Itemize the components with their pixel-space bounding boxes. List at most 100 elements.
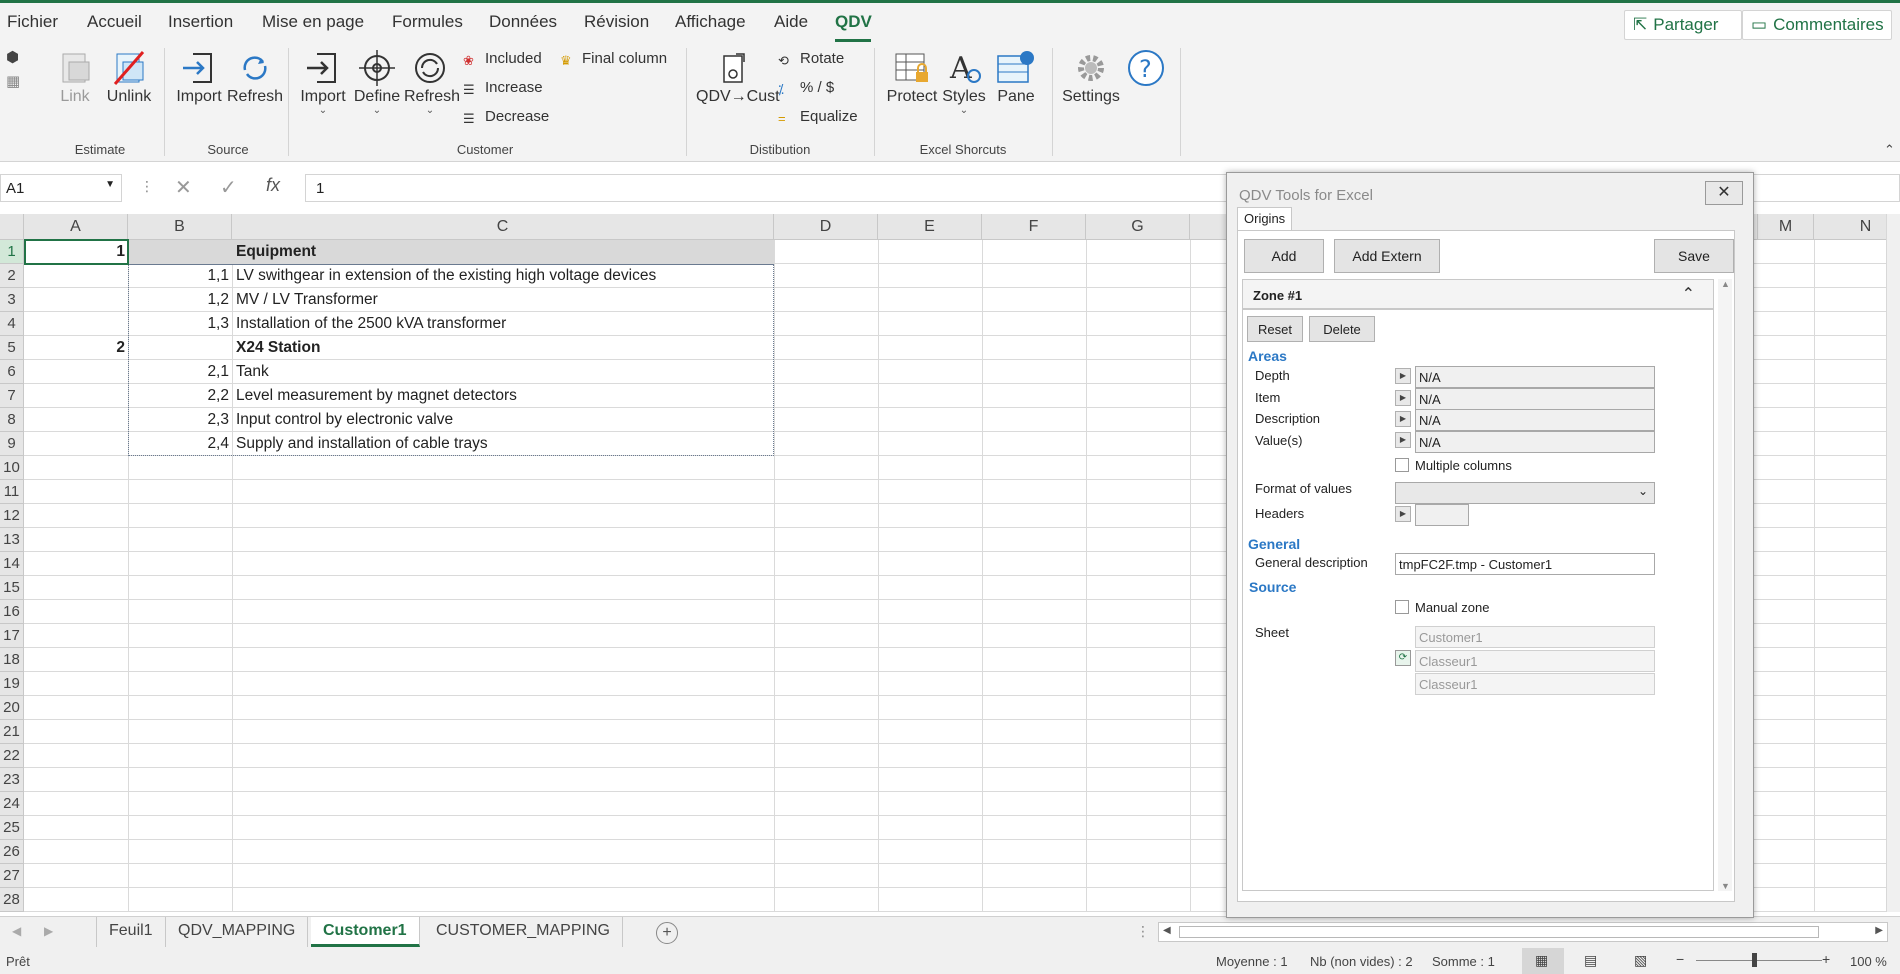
save-button[interactable]: Save — [1654, 239, 1734, 273]
item-picker-button[interactable]: ▶ — [1395, 390, 1411, 406]
decrease-button[interactable]: ☰ Decrease — [463, 108, 549, 126]
increase-button[interactable]: ☰ Increase — [463, 79, 543, 97]
values-field[interactable]: N/A — [1415, 431, 1655, 453]
insert-function-icon[interactable]: fx — [266, 175, 280, 196]
column-header-m[interactable]: M — [1758, 214, 1814, 240]
row-header[interactable]: 14 — [0, 552, 24, 576]
row-header[interactable]: 15 — [0, 576, 24, 600]
delete-button[interactable]: Delete — [1309, 316, 1375, 342]
included-button[interactable]: ❀ Included — [463, 50, 542, 68]
manual-zone-checkbox[interactable] — [1395, 600, 1409, 614]
sheet-tab-customer1[interactable]: Customer1 — [311, 917, 420, 947]
row-header[interactable]: 7 — [0, 384, 24, 408]
styles-button[interactable]: A Styles ⌄ — [940, 48, 988, 116]
workbook-link-icon[interactable]: ⟳ — [1395, 650, 1411, 666]
qdv-cust-button[interactable]: QDV→Cust — [696, 48, 780, 106]
column-header-c[interactable]: C — [232, 214, 774, 240]
enter-icon[interactable]: ✓ — [220, 175, 237, 200]
cell-b[interactable]: 1,1 — [128, 264, 232, 288]
add-extern-button[interactable]: Add Extern — [1334, 239, 1440, 273]
row-header[interactable]: 3 — [0, 288, 24, 312]
headers-field[interactable] — [1415, 504, 1469, 526]
tab-origins[interactable]: Origins — [1237, 207, 1293, 231]
scroll-down-icon[interactable]: ▼ — [1721, 881, 1730, 891]
scroll-up-icon[interactable]: ▲ — [1721, 279, 1730, 289]
equalize-button[interactable]: = Equalize — [778, 108, 858, 126]
cell-b[interactable]: 2,3 — [128, 408, 232, 432]
row-header[interactable]: 6 — [0, 360, 24, 384]
row-header[interactable]: 21 — [0, 720, 24, 744]
chevron-up-icon[interactable]: ⌃ — [1682, 284, 1695, 304]
define-button[interactable]: Define ⌄ — [352, 48, 402, 116]
row-header[interactable]: 22 — [0, 744, 24, 768]
row-header[interactable]: 11 — [0, 480, 24, 504]
column-header-a[interactable]: A — [24, 214, 128, 240]
menu-fichier[interactable]: Fichier — [7, 12, 58, 32]
row-header[interactable]: 18 — [0, 648, 24, 672]
customer-import-button[interactable]: Import ⌄ — [298, 48, 348, 116]
page-layout-view-icon[interactable]: ▤ — [1584, 952, 1597, 969]
scroll-left-icon[interactable]: ◀ — [1163, 925, 1171, 936]
cell-a[interactable] — [24, 384, 128, 408]
row-header[interactable]: 25 — [0, 816, 24, 840]
row-header[interactable]: 13 — [0, 528, 24, 552]
row-header[interactable]: 1 — [0, 240, 24, 264]
menu-insertion[interactable]: Insertion — [168, 12, 233, 32]
cell-c[interactable]: Supply and installation of cable trays — [232, 432, 772, 456]
row-header[interactable]: 9 — [0, 432, 24, 456]
cell-c[interactable]: Installation of the 2500 kVA transformer — [232, 312, 772, 336]
pane-scrollbar[interactable]: ▲ ▼ — [1718, 279, 1732, 891]
row-header[interactable]: 5 — [0, 336, 24, 360]
cell-c[interactable]: LV swithgear in extension of the existin… — [232, 264, 772, 288]
rotate-button[interactable]: ⟲ Rotate — [778, 50, 844, 68]
cell-b[interactable]: 2,2 — [128, 384, 232, 408]
customer-refresh-button[interactable]: Refresh ⌄ — [404, 48, 460, 116]
cell-c[interactable]: MV / LV Transformer — [232, 288, 772, 312]
menu-revision[interactable]: Révision — [584, 12, 649, 32]
menu-aide[interactable]: Aide — [774, 12, 808, 32]
row-header[interactable]: 12 — [0, 504, 24, 528]
cell-a[interactable] — [24, 408, 128, 432]
share-button[interactable]: ⇱ Partager — [1624, 10, 1742, 40]
row-header[interactable]: 16 — [0, 600, 24, 624]
row-header[interactable]: 27 — [0, 864, 24, 888]
cell-a[interactable] — [24, 264, 128, 288]
final-column-button[interactable]: ♛ Final column — [560, 50, 667, 68]
menu-mise-en-page[interactable]: Mise en page — [262, 12, 364, 32]
workbook-field[interactable]: Classeur1 — [1415, 673, 1655, 695]
cell-b[interactable]: 1,2 — [128, 288, 232, 312]
cell-a[interactable]: 1 — [24, 240, 128, 264]
scroll-tabs-left-icon[interactable]: ◀ — [12, 924, 21, 938]
row-header[interactable]: 17 — [0, 624, 24, 648]
collapse-ribbon-icon[interactable]: ⌃ — [1884, 142, 1895, 158]
depth-field[interactable]: N/A — [1415, 366, 1655, 388]
name-box[interactable]: A1 ▼ — [0, 174, 122, 202]
help-button[interactable]: ? — [1126, 48, 1166, 88]
row-header[interactable]: 8 — [0, 408, 24, 432]
cell-a[interactable] — [24, 432, 128, 456]
row-header[interactable]: 24 — [0, 792, 24, 816]
row-header[interactable]: 19 — [0, 672, 24, 696]
general-description-field[interactable]: tmpFC2F.tmp - Customer1 — [1395, 553, 1655, 575]
page-break-view-icon[interactable]: ▧ — [1634, 952, 1647, 969]
splitter-icon[interactable]: ⋮ — [1136, 923, 1150, 940]
cell-a[interactable] — [24, 360, 128, 384]
values-picker-button[interactable]: ▶ — [1395, 432, 1411, 448]
sheet-tab-qdv-mapping[interactable]: QDV_MAPPING — [166, 917, 309, 947]
description-picker-button[interactable]: ▶ — [1395, 411, 1411, 427]
cell-b[interactable] — [128, 240, 232, 264]
source-refresh-button[interactable]: Refresh — [226, 48, 284, 106]
depth-picker-button[interactable]: ▶ — [1395, 368, 1411, 384]
cancel-icon[interactable]: ✕ — [175, 175, 192, 200]
cell-b[interactable]: 2,1 — [128, 360, 232, 384]
pane-button[interactable]: Pane — [992, 48, 1040, 106]
comments-button[interactable]: ▭ Commentaires — [1742, 10, 1892, 40]
scroll-thumb[interactable] — [1179, 926, 1819, 938]
zoom-in-icon[interactable]: + — [1822, 951, 1830, 967]
menu-donnees[interactable]: Données — [489, 12, 557, 32]
menu-qdv[interactable]: QDV — [835, 12, 872, 32]
description-field[interactable]: N/A — [1415, 409, 1655, 431]
menu-accueil[interactable]: Accueil — [87, 12, 142, 32]
column-header-b[interactable]: B — [128, 214, 232, 240]
row-header[interactable]: 10 — [0, 456, 24, 480]
